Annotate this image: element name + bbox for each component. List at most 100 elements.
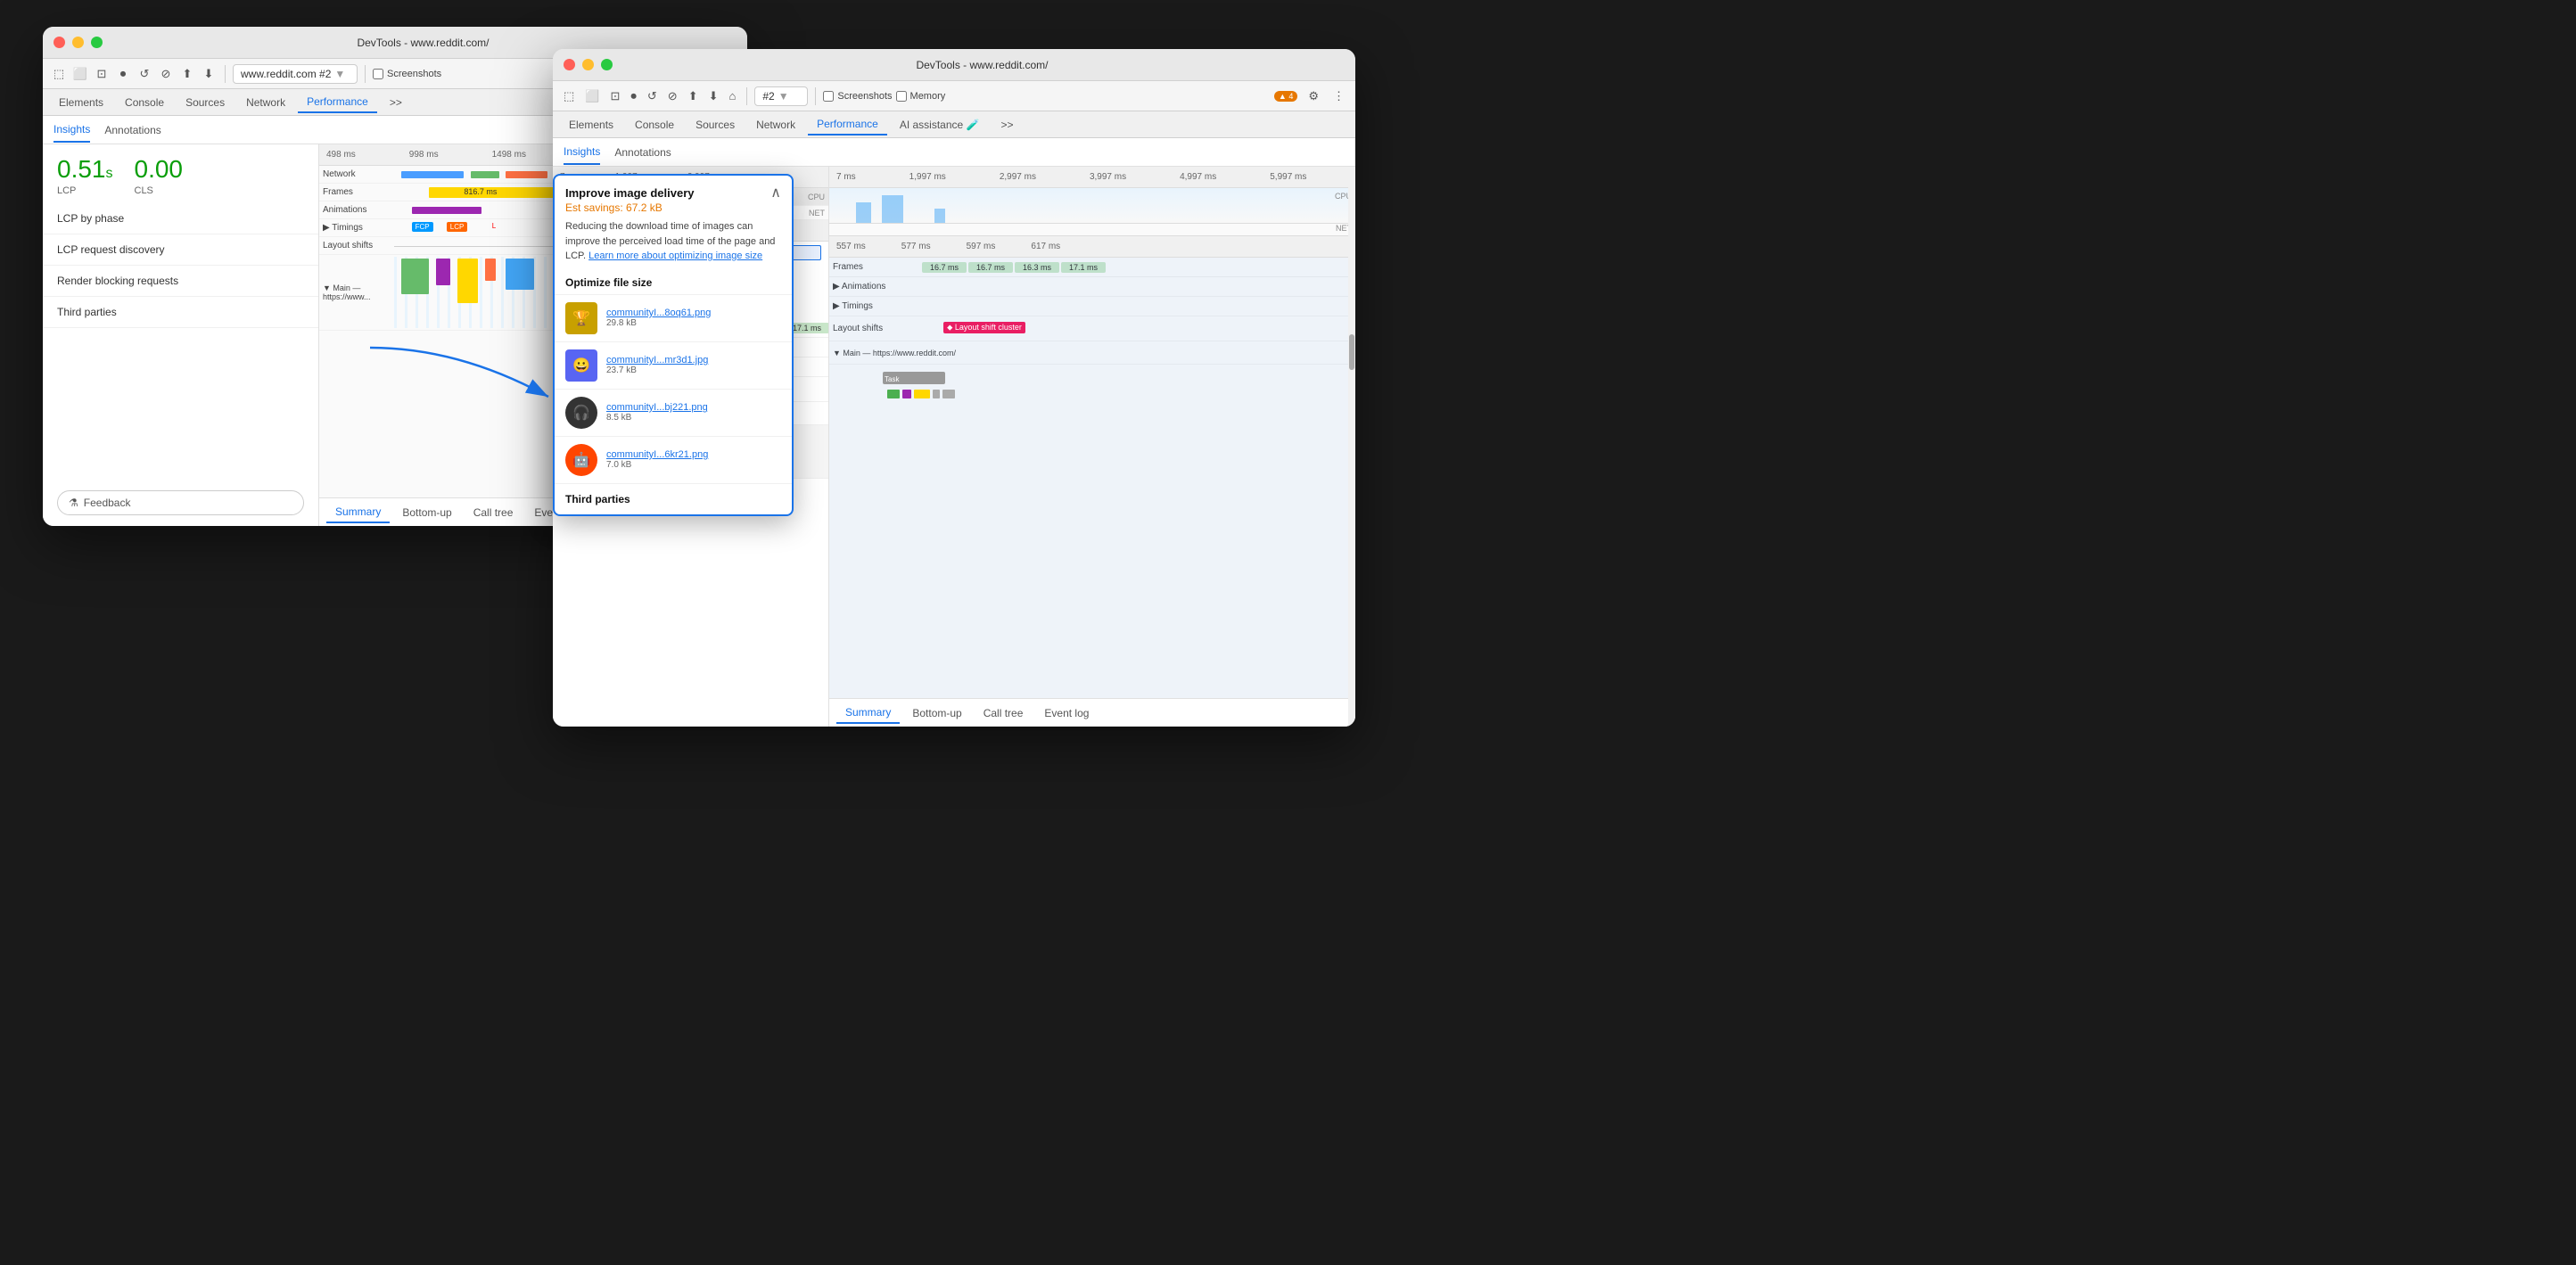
reload-icon2[interactable]: ↺ <box>644 87 661 105</box>
popup-close-button[interactable]: ∧ <box>770 186 781 201</box>
url-field1[interactable]: www.reddit.com #2 ▼ <box>233 64 358 84</box>
subtab-annotations2[interactable]: Annotations <box>614 141 671 164</box>
memory-label2: Memory <box>896 91 946 102</box>
tab-performance2[interactable]: Performance <box>808 114 887 136</box>
minimize-button2[interactable] <box>582 59 594 70</box>
sidebar1: 0.51s LCP 0.00 CLS LCP by phase LCP requ… <box>43 144 319 526</box>
cursor-icon[interactable]: ⬚ <box>50 65 68 83</box>
tab-performance1[interactable]: Performance <box>298 92 377 113</box>
bottom-tab-bottomup1[interactable]: Bottom-up <box>393 503 460 522</box>
bottom-tab-calltree2[interactable]: Call tree <box>975 703 1033 723</box>
popup-section-title: Optimize file size <box>555 271 792 294</box>
image-thumb-0: 🏆 <box>565 302 597 334</box>
bottom-tab-summary1[interactable]: Summary <box>326 502 390 523</box>
image-thumb-3: 🤖 <box>565 444 597 476</box>
download-icon[interactable]: ⬇ <box>200 65 218 83</box>
subtab-insights1[interactable]: Insights <box>53 118 90 143</box>
close-button2[interactable] <box>564 59 575 70</box>
popup-panel: Improve image delivery Est savings: 67.2… <box>553 174 794 516</box>
tab-elements2[interactable]: Elements <box>560 115 622 135</box>
detail-ruler2b: 557 ms 577 ms 597 ms 617 ms <box>829 236 1355 258</box>
img-filename-1[interactable]: communityI...mr3d1.jpg <box>606 355 708 366</box>
maximize-button1[interactable] <box>91 37 103 48</box>
maximize-button2[interactable] <box>601 59 613 70</box>
window2-title: DevTools - www.reddit.com/ <box>620 59 1345 71</box>
more-icon2[interactable]: ⋮ <box>1329 87 1348 105</box>
insight-lcp-request[interactable]: LCP request discovery <box>43 234 318 266</box>
frames-timing-label1: 816.7 ms <box>464 187 497 196</box>
tabs-bar2: Elements Console Sources Network Perform… <box>553 111 1355 138</box>
cursor-icon2[interactable]: ⬚ <box>560 87 578 105</box>
popup-image-item-2[interactable]: 🎧 communityI...bj221.png 8.5 kB <box>555 389 792 436</box>
img-size-1: 23.7 kB <box>606 366 708 375</box>
bottom-tab-bottomup2[interactable]: Bottom-up <box>903 703 970 723</box>
img-size-2: 8.5 kB <box>606 413 708 423</box>
elements-icon2[interactable]: ⊡ <box>606 87 623 105</box>
clear-icon[interactable]: ⊘ <box>157 65 175 83</box>
tab-console2[interactable]: Console <box>626 115 683 135</box>
cls-value: 0.00 <box>135 155 184 184</box>
tab-ai2[interactable]: AI assistance 🧪 <box>891 115 989 135</box>
fcp-badge1: FCP <box>412 222 433 232</box>
img-filename-0[interactable]: communityI...8oq61.png <box>606 308 711 318</box>
popup-title: Improve image delivery <box>565 186 695 200</box>
scrollbar2[interactable] <box>1348 167 1355 727</box>
titlebar2: DevTools - www.reddit.com/ <box>553 49 1355 81</box>
upload-icon[interactable]: ⬆ <box>178 65 196 83</box>
subtab-insights2[interactable]: Insights <box>564 140 600 165</box>
upload-icon2[interactable]: ⬆ <box>685 87 702 105</box>
warning-badge2[interactable]: ▲ 4 <box>1274 91 1297 102</box>
tab-sources2[interactable]: Sources <box>687 115 744 135</box>
minimize-button1[interactable] <box>72 37 84 48</box>
img-filename-3[interactable]: communityI...6kr21.png <box>606 449 708 460</box>
tab-more1[interactable]: >> <box>381 93 411 112</box>
tab-elements1[interactable]: Elements <box>50 93 112 112</box>
insight-render-blocking[interactable]: Render blocking requests <box>43 266 318 297</box>
screenshots-checkbox1[interactable] <box>373 69 383 79</box>
lcp-badge1: LCP <box>447 222 468 232</box>
bottom-tab-eventlog2[interactable]: Event log <box>1035 703 1098 723</box>
lcp-metric: 0.51s LCP <box>57 155 113 196</box>
cpu-chart2: CPU <box>829 188 1355 224</box>
url-field2[interactable]: #2 ▼ <box>754 86 808 106</box>
insight-third-parties[interactable]: Third parties <box>43 297 318 328</box>
popup-learn-more-link[interactable]: Learn more about optimizing image size <box>588 251 762 261</box>
elements-icon[interactable]: ⊡ <box>93 65 111 83</box>
close-button1[interactable] <box>53 37 65 48</box>
inspect-icon[interactable]: ⬜ <box>71 65 89 83</box>
metrics-row1: 0.51s LCP 0.00 CLS <box>43 144 318 203</box>
img-filename-2[interactable]: communityI...bj221.png <box>606 402 708 413</box>
timeline2: 7 ms 1,997 ms 2,997 ms 3,997 ms 4,997 ms… <box>829 167 1355 727</box>
img-size-0: 29.8 kB <box>606 318 711 328</box>
record-icon[interactable]: ⏺ <box>114 65 132 83</box>
toolbar-sep2 <box>365 65 366 83</box>
flask-icon: ⚗ <box>69 497 78 509</box>
popup-image-item-1[interactable]: 😀 communityI...mr3d1.jpg 23.7 kB <box>555 341 792 389</box>
sub-tabs2: Insights Annotations <box>553 138 1355 167</box>
bottom-tab-summary2[interactable]: Summary <box>836 702 900 724</box>
clear-icon2[interactable]: ⊘ <box>664 87 681 105</box>
reload-icon[interactable]: ↺ <box>136 65 153 83</box>
popup-image-item-3[interactable]: 🤖 communityI...6kr21.png 7.0 kB <box>555 436 792 483</box>
popup-image-item-0[interactable]: 🏆 communityI...8oq61.png 29.8 kB <box>555 294 792 341</box>
tab-more2[interactable]: >> <box>992 115 1022 135</box>
subtab-annotations1[interactable]: Annotations <box>104 119 160 142</box>
insight-lcp-by-phase[interactable]: LCP by phase <box>43 203 318 234</box>
bottom-tab-calltree1[interactable]: Call tree <box>465 503 523 522</box>
record-icon2[interactable]: ⏺ <box>627 87 640 105</box>
scrollbar-thumb2[interactable] <box>1349 334 1354 370</box>
inspect-icon2[interactable]: ⬜ <box>581 87 603 105</box>
task-area-detail: Task <box>829 365 1355 427</box>
tab-console1[interactable]: Console <box>116 93 173 112</box>
lcp-label: LCP <box>57 185 113 196</box>
tab-sources1[interactable]: Sources <box>177 93 234 112</box>
home-icon2[interactable]: ⌂ <box>726 87 740 104</box>
memory-checkbox2[interactable] <box>896 91 907 102</box>
screenshots-checkbox2[interactable] <box>823 91 834 102</box>
tab-network2[interactable]: Network <box>747 115 804 135</box>
tab-network1[interactable]: Network <box>237 93 294 112</box>
download-icon2[interactable]: ⬇ <box>705 87 722 105</box>
screenshots-label2: Screenshots <box>823 91 892 102</box>
feedback-button1[interactable]: ⚗ Feedback <box>57 490 304 515</box>
gear-icon2[interactable]: ⚙ <box>1304 87 1322 105</box>
